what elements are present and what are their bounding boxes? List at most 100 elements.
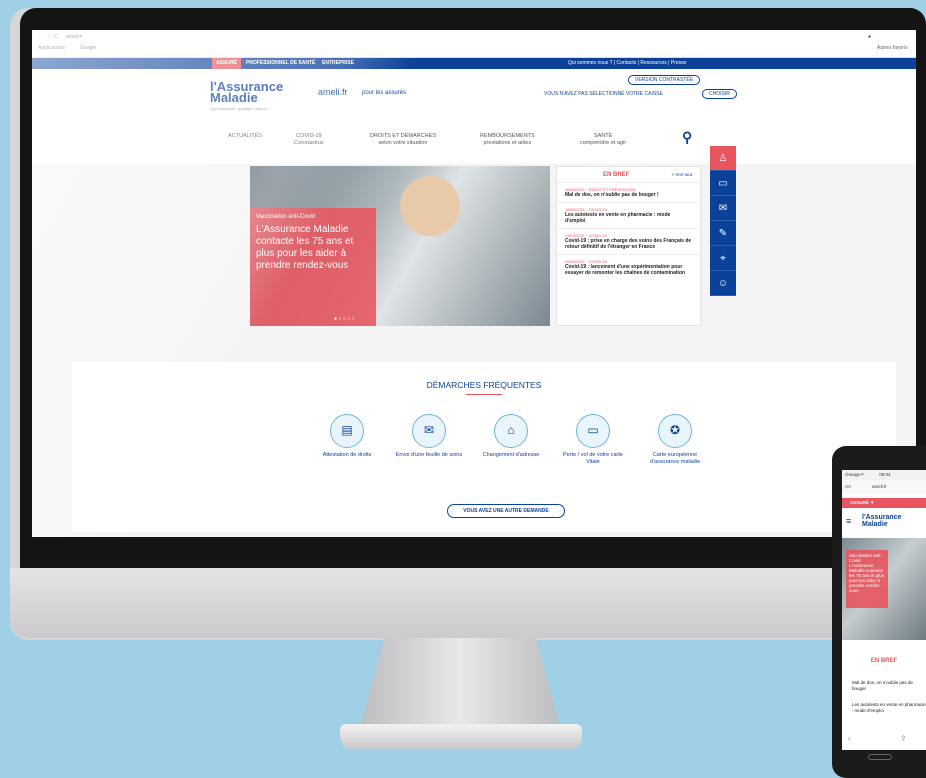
menu-sublabel: Coronavirus (294, 140, 324, 146)
back-icon[interactable]: ← (38, 34, 43, 40)
location-icon[interactable]: ⌖ (710, 246, 736, 271)
choisir-button[interactable]: CHOISIR (702, 89, 737, 99)
demarche-carte-vitale[interactable]: ▭ Perte / vol de votre carte Vitale (558, 414, 628, 466)
menu-remboursements[interactable]: REMBOURSEMENTS prestations et aides (480, 133, 535, 147)
mail-icon[interactable]: ✉ (710, 196, 736, 221)
search-icon[interactable]: ⚲ (682, 129, 692, 146)
brief-text: Covid-19 : prise en charge des soins des… (565, 238, 692, 250)
autre-demande-button[interactable]: VOUS AVEZ UNE AUTRE DEMANDE (447, 504, 565, 518)
screen: ← → C ameli.fr Applications Google ● Aut… (32, 30, 916, 537)
profile-avatar[interactable]: ● (868, 34, 871, 40)
menu-sublabel: prestations et aides (483, 140, 532, 146)
menu-label: DROITS ET DÉMARCHES (370, 133, 436, 139)
phone-hero-text: Vaccination anti-Covid L'Assurance Malad… (846, 550, 888, 608)
phone-hero[interactable]: Vaccination anti-Covid L'Assurance Malad… (842, 538, 926, 640)
brief-item[interactable]: 09/04/2021 · COVID-19 Covid-19 : lancemen… (557, 254, 700, 280)
demarches-section: DÉMARCHES FRÉQUENTES ▤ Attestation de dro… (72, 362, 896, 532)
main-content: Vaccination anti-Covid L'Assurance Malad… (32, 146, 916, 364)
brief-text: Covid-19 : lancement d'une expérimentati… (565, 264, 686, 276)
title-underline (466, 394, 502, 395)
hero-photo (400, 176, 460, 236)
voir-tout-link[interactable]: > Voir tout (672, 172, 692, 177)
site-header: l'Assurance Maladie Agir ensemble, proté… (32, 69, 916, 164)
monitor-chin (10, 568, 926, 638)
house-icon: ⌂ (494, 414, 528, 448)
logo-tagline: Agir ensemble, protéger chacun (210, 106, 267, 111)
brief-item[interactable]: 15/04/2021 · COVID-19 Les autotests en ve… (557, 202, 700, 228)
back-icon[interactable]: ‹ (848, 734, 851, 743)
card-icon[interactable]: ▭ (710, 171, 736, 196)
menu-covid[interactable]: COVID-19 Coronavirus (294, 133, 324, 147)
demarches-title: DÉMARCHES FRÉQUENTES (426, 380, 542, 390)
en-bref-panel: EN BREF > Voir tout 26/03/2021 · SANTÉ E… (556, 166, 701, 326)
chat-icon[interactable]: ☺ (710, 271, 736, 296)
demarche-attestation[interactable]: ▤ Attestation de droits (312, 414, 382, 459)
brief-item[interactable]: 26/03/2021 · SANTÉ ET PRÉVENTION Mal de d… (557, 182, 700, 202)
reload-icon[interactable]: C (54, 34, 58, 40)
demarche-feuille-soins[interactable]: ✉ Envoi d'une feuille de soins (394, 414, 464, 459)
bookmark-applications[interactable]: Applications (38, 45, 65, 51)
hero-carousel[interactable]: Vaccination anti-Covid L'Assurance Malad… (250, 166, 550, 326)
monitor-stand (360, 638, 560, 728)
demarche-label: Attestation de droits (322, 452, 372, 458)
brief-text: Mal de dos, on n'oublie pas de bouger ! (565, 192, 659, 198)
menu-label: SANTÉ (593, 133, 613, 139)
phone-time: 09:04 (879, 472, 891, 477)
phone-url-bar[interactable]: AA ameli.fr (842, 480, 926, 494)
phone-en-bref: EN BREF (870, 658, 898, 664)
other-bookmarks[interactable]: Autres favoris (877, 45, 908, 51)
tab-entreprise[interactable]: ENTREPRISE (318, 58, 358, 69)
demarche-label: Changement d'adresse (482, 452, 540, 458)
pour-les-assures: pour les assurés (362, 90, 407, 96)
hero-text-box[interactable]: Vaccination anti-Covid L'Assurance Malad… (250, 208, 376, 326)
top-nav: ASSURÉ PROFESSIONNEL DE SANTÉ ENTREPRISE… (32, 58, 916, 69)
menu-label: REMBOURSEMENTS (480, 133, 535, 139)
share-icon[interactable]: ⇪ (900, 734, 907, 743)
phone-brief-item[interactable]: Mal de dos, on n'oublie pas de bouger (852, 680, 926, 691)
hero-headline: L'Assurance Maladie contacte les 75 ans … (256, 224, 354, 271)
brief-item[interactable]: 13/04/2021 · COVID-19 Covid-19 : prise en… (557, 228, 700, 254)
en-bref-title: EN BREF (603, 172, 630, 178)
card-icon: ▭ (576, 414, 610, 448)
phone-brief-item[interactable]: Les autotests en vente en pharmacie : mo… (852, 702, 926, 713)
aa-label: AA (845, 484, 851, 489)
browser-chrome: ← → C ameli.fr Applications Google ● Aut… (32, 30, 916, 58)
version-contrastee-button[interactable]: VERSION CONTRASTÉE (628, 75, 701, 85)
edit-icon[interactable]: ✎ (710, 221, 736, 246)
envelope-icon: ✉ (412, 414, 446, 448)
user-icon[interactable]: ♙ (710, 146, 736, 171)
hero-kicker: Vaccination anti-Covid (256, 214, 316, 220)
menu-sublabel: comprendre et agir (580, 140, 627, 146)
menu-actualites[interactable]: ACTUALITÉS (228, 133, 262, 140)
tab-assure[interactable]: ASSURÉ (212, 58, 241, 69)
eu-card-icon: ✪ (658, 414, 692, 448)
menu-sante[interactable]: SANTÉ comprendre et agir (580, 133, 626, 147)
demarche-carte-europeenne[interactable]: ✪ Carte européenne d'assurance maladie (640, 414, 710, 466)
demarche-adresse[interactable]: ⌂ Changement d'adresse (476, 414, 546, 459)
brief-text: Les autotests en vente en pharmacie : mo… (565, 212, 671, 224)
document-icon: ▤ (330, 414, 364, 448)
phone-logo[interactable]: l'Assurance Maladie (862, 514, 926, 528)
top-links[interactable]: Qui sommes nous ? | Contacts | Ressource… (564, 58, 690, 69)
forward-icon[interactable]: → (46, 34, 51, 40)
menu-sublabel: selon votre situation (378, 140, 428, 146)
carrier: Orange F (845, 472, 865, 477)
demarche-label: Perte / vol de votre carte Vitale (563, 452, 623, 465)
ameli-logo[interactable]: ameli.fr (318, 87, 348, 97)
phone-home-button[interactable] (868, 754, 892, 760)
menu-droits[interactable]: DROITS ET DÉMARCHES selon votre situation (370, 133, 436, 147)
tab-professionnel[interactable]: PROFESSIONNEL DE SANTÉ (242, 58, 319, 69)
phone-url: ameli.fr (872, 484, 887, 489)
carousel-dots[interactable]: ● ○ ○ ○ ○ (334, 316, 355, 322)
bookmark-google[interactable]: Google (80, 45, 96, 51)
menu-label: COVID-19 (296, 133, 322, 139)
demarche-label: Envoi d'une feuille de soins (395, 452, 463, 458)
phone-assure-tab[interactable]: ASSURÉ ▼ (842, 498, 926, 508)
url-bar[interactable]: ameli.fr (66, 34, 82, 40)
phone-screen: Orange F 09:04 AA ameli.fr ASSURÉ ▼ ≡ l'… (842, 470, 926, 750)
assurance-maladie-logo[interactable]: l'Assurance Maladie Agir ensemble, proté… (210, 80, 283, 114)
phone-status-bar: Orange F 09:04 (842, 470, 926, 480)
menu-label: ACTUALITÉS (228, 133, 262, 139)
hamburger-icon[interactable]: ≡ (846, 516, 851, 526)
demarche-label: Carte européenne d'assurance maladie (649, 452, 701, 465)
